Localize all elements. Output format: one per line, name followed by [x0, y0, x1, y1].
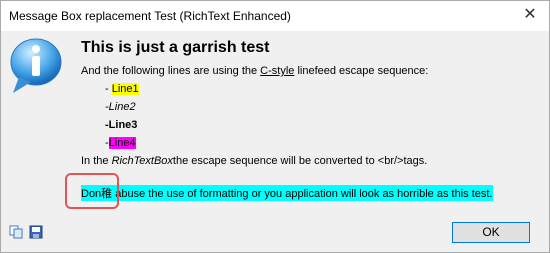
line-3-text: Line3 — [108, 119, 138, 131]
copy-icon[interactable] — [9, 225, 23, 239]
info-icon — [10, 38, 62, 93]
line-2: -Line2 — [105, 101, 136, 113]
ok-button[interactable]: OK — [452, 222, 530, 243]
line-3: -Line3 — [105, 119, 137, 131]
line-2-text: Line2 — [108, 101, 136, 113]
line-4-text: Line4 — [108, 137, 136, 149]
intro-text: And the following lines are using the C-… — [81, 65, 428, 77]
line-1-text: Line1 — [111, 83, 139, 95]
intro-before: And the following lines are using the — [81, 65, 261, 77]
message-heading: This is just a garrish test — [81, 39, 270, 56]
footer-icons — [9, 225, 49, 241]
line-4: -Line4 — [105, 137, 136, 149]
escape-sequence-text: In the RichTextBoxthe escape sequence wi… — [81, 155, 427, 167]
highlight-marker — [65, 173, 119, 209]
intro-after: linefeed escape sequence: — [294, 65, 429, 77]
line-1: - Line1 — [105, 83, 139, 95]
message-box-window: Message Box replacement Test (RichText E… — [0, 0, 550, 253]
window-title: Message Box replacement Test (RichText E… — [9, 9, 291, 23]
save-icon[interactable] — [29, 225, 43, 239]
escape-after: the escape sequence will be converted to… — [172, 155, 428, 167]
line-1-prefix: - — [105, 83, 112, 95]
richtextbox-text: RichTextBox — [111, 155, 173, 167]
title-bar: Message Box replacement Test (RichText E… — [1, 1, 549, 31]
close-button[interactable]: ✕ — [517, 4, 543, 26]
escape-before: In the — [81, 155, 112, 167]
c-style-text: C-style — [260, 65, 295, 77]
warning-text: Don稚 abuse the use of formatting or you … — [81, 185, 493, 201]
